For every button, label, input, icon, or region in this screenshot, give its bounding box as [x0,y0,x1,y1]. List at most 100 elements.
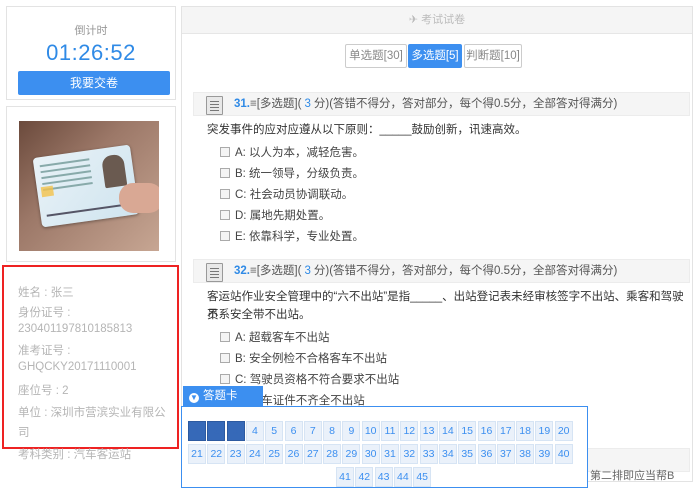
document-icon [206,263,223,282]
answer-card-number-20[interactable]: 20 [554,421,573,441]
answer-card-number-39[interactable]: 39 [535,444,554,464]
answer-card-number-17[interactable]: 17 [496,421,515,441]
answer-card-number-5[interactable]: 5 [265,421,284,441]
answer-card-number-45[interactable]: 45 [413,467,432,487]
answer-card-number-2[interactable]: 2 [207,421,226,441]
answer-card-panel: 1 2 3 4 5 6 7 8 9 10 11 12 13 14 15 16 17 18 19 20 21 22 23 24 2… [181,406,588,488]
work-unit: 单位 : 深圳市营滨实业有限公司 [18,407,166,439]
photo-panel [6,106,176,262]
countdown-timer: 01:26:52 [46,40,136,65]
answer-card-number-32[interactable]: 32 [400,444,419,464]
answer-card-number-3[interactable]: 3 [226,421,245,441]
answer-card-number-35[interactable]: 35 [458,444,477,464]
answer-card-number-40[interactable]: 40 [554,444,573,464]
answer-card-number-23[interactable]: 23 [226,444,245,464]
answer-card-number-8[interactable]: 8 [323,421,342,441]
answer-card-number-11[interactable]: 11 [381,421,399,441]
question-type: [多选题]( [256,265,302,277]
question-score: 3 [304,98,311,110]
next-question-header-partial [587,448,690,472]
answer-card-label: 答题卡 [203,390,238,402]
answer-card-number-16[interactable]: 16 [477,421,496,441]
answer-card-toggle[interactable]: ▼ 答题卡 [183,386,263,406]
question-32-option-a[interactable]: A: 超载客车不出站 [220,330,330,346]
answer-card-number-4[interactable]: 4 [245,421,264,441]
exam-paper-header: ✈ 考试试卷 [182,7,692,34]
tab-multiple-choice[interactable]: 多选题[5] [408,44,462,68]
question-31-option-c[interactable]: C: 社会动员协调联动。 [220,187,353,203]
option-label: E: 依靠科学，专业处置。 [235,231,365,243]
tab-true-false[interactable]: 判断题[10] [464,44,522,68]
answer-card-number-36[interactable]: 36 [477,444,496,464]
checkbox[interactable] [220,353,230,363]
answer-card-number-24[interactable]: 24 [245,444,264,464]
option-label: B: 统一领导，分级负责。 [235,168,365,180]
answer-card-number-7[interactable]: 7 [303,421,322,441]
question-31-option-e[interactable]: E: 依靠科学，专业处置。 [220,229,364,245]
question-31-option-a[interactable]: A: 以人为本，减轻危害。 [220,145,364,161]
answer-card-number-1[interactable]: 1 [188,421,206,441]
answer-card-number-14[interactable]: 14 [438,421,457,441]
exam-category: 考科类别 : 汽车客运站 [18,449,132,461]
answer-card-number-38[interactable]: 38 [516,444,535,464]
answer-card-number-31[interactable]: 31 [381,444,399,464]
answer-card-number-41[interactable]: 41 [336,467,354,487]
answer-card-number-28[interactable]: 28 [323,444,342,464]
answer-card-number-19[interactable]: 19 [535,421,554,441]
question-type: [多选题]( [256,98,302,110]
answer-card-number-13[interactable]: 13 [419,421,438,441]
chevron-down-circle-icon: ▼ [189,393,199,403]
answer-card-number-9[interactable]: 9 [342,421,361,441]
answer-card-number-43[interactable]: 43 [374,467,393,487]
list-icon: ≡ [250,265,257,277]
candidate-info-panel: 姓名 : 张三 身份证号 : 230401197810185813 准考证号 :… [2,265,179,461]
timer-panel: 倒计时 01:26:52 我要交卷 [6,6,176,100]
question-31-stem: 突发事件的应对应遵从以下原则：_____鼓励创新，讯速高效。 [207,124,527,136]
submit-exam-button[interactable]: 我要交卷 [18,71,170,95]
answer-card-number-12[interactable]: 12 [400,421,419,441]
timer-label: 倒计时 [74,25,108,37]
question-32-option-b[interactable]: B: 安全例检不合格客车不出站 [220,351,387,367]
checkbox[interactable] [220,374,230,384]
answer-card-number-10[interactable]: 10 [361,421,380,441]
seat-number: 座位号 : 2 [18,385,69,397]
ticket-number-value: GHQCKY20171110001 [18,361,137,373]
checkbox[interactable] [220,168,230,178]
question-score: 3 [304,265,311,277]
question-number: 32. [234,265,250,277]
question-rule: 分)(答错不得分，答对部分，每个得0.5分，全部答对得满分) [313,265,618,277]
checkbox[interactable] [220,147,230,157]
answer-card-number-27[interactable]: 27 [303,444,322,464]
answer-card-number-30[interactable]: 30 [361,444,380,464]
answer-card-number-21[interactable]: 21 [188,444,206,464]
answer-card-number-44[interactable]: 44 [393,467,412,487]
question-32-stem-line-2: 不系安全带不出站。 [207,309,311,321]
checkbox[interactable] [220,189,230,199]
option-label: C: 驾驶员资格不符合要求不出站 [235,374,400,386]
answer-card-number-18[interactable]: 18 [516,421,535,441]
question-31-option-d[interactable]: D: 属地先期处置。 [220,208,330,224]
answer-card-number-15[interactable]: 15 [458,421,477,441]
option-label: C: 社会动员协调联动。 [235,189,354,201]
candidate-name: 姓名 : 张三 [18,287,74,299]
answer-card-number-22[interactable]: 22 [207,444,226,464]
checkbox[interactable] [220,210,230,220]
answer-card-number-29[interactable]: 29 [342,444,361,464]
answer-card-number-33[interactable]: 33 [419,444,438,464]
question-rule: 分)(答错不得分，答对部分，每个得0.5分，全部答对得满分) [313,98,618,110]
option-label: B: 安全例检不合格客车不出站 [235,353,388,365]
checkbox[interactable] [220,332,230,342]
question-31-option-b[interactable]: B: 统一领导，分级负责。 [220,166,364,182]
answer-card-number-34[interactable]: 34 [438,444,457,464]
tab-single-choice[interactable]: 单选题[30] [345,44,407,68]
answer-card-number-25[interactable]: 25 [265,444,284,464]
answer-card-number-26[interactable]: 26 [284,444,303,464]
question-31-header: 31.≡[多选题](3 分)(答错不得分，答对部分，每个得0.5分，全部答对得满分… [193,92,690,116]
answer-card-number-37[interactable]: 37 [496,444,515,464]
answer-card-number-42[interactable]: 42 [355,467,374,487]
answer-card-number-6[interactable]: 6 [284,421,303,441]
checkbox[interactable] [220,231,230,241]
question-number: 31. [234,98,250,110]
partial-question-text: 第二排即应当帮B [590,470,675,482]
question-32-header: 32.≡[多选题](3 分)(答错不得分，答对部分，每个得0.5分，全部答对得满分… [193,259,690,283]
